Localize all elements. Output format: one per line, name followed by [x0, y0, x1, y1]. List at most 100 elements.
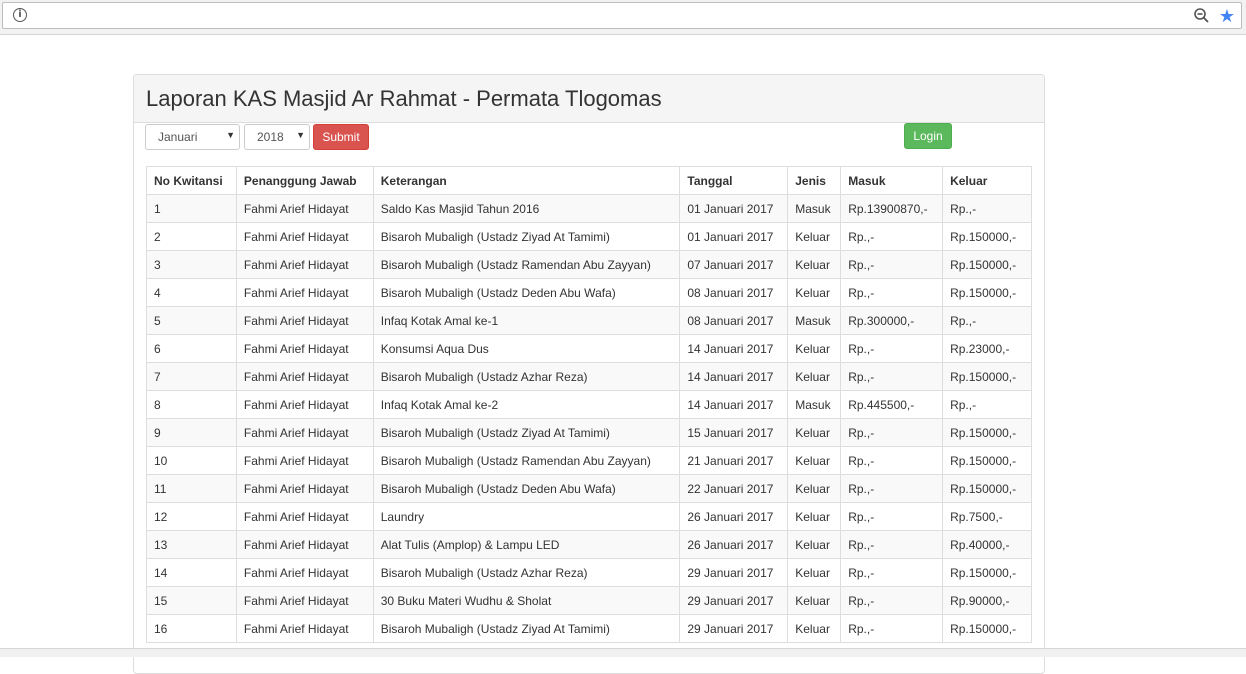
cell-tanggal: 29 Januari 2017 [679, 558, 789, 587]
cell-masuk: Rp.,- [840, 446, 944, 475]
cell-no-kwitansi: 4 [146, 278, 237, 307]
report-panel: Laporan KAS Masjid Ar Rahmat - Permata T… [133, 74, 1045, 674]
cell-keluar: Rp.,- [942, 306, 1032, 335]
cell-keluar: Rp.90000,- [942, 586, 1032, 615]
cell-penanggung-jawab: Fahmi Arief Hidayat [235, 614, 374, 643]
year-select[interactable]: 2018 ▼ [244, 124, 310, 150]
cell-keluar: Rp.150000,- [942, 222, 1032, 251]
cell-masuk: Rp.,- [840, 586, 944, 615]
cell-jenis: Keluar [787, 222, 842, 251]
table-header-row: No Kwitansi Penanggung Jawab Keterangan … [146, 166, 1032, 195]
cell-penanggung-jawab: Fahmi Arief Hidayat [235, 474, 374, 503]
cell-penanggung-jawab: Fahmi Arief Hidayat [235, 278, 374, 307]
cell-penanggung-jawab: Fahmi Arief Hidayat [235, 530, 374, 559]
chevron-down-icon: ▼ [296, 130, 305, 140]
table-body: 1 Fahmi Arief Hidayat Saldo Kas Masjid Tah… [146, 194, 1032, 643]
cell-penanggung-jawab: Fahmi Arief Hidayat [235, 502, 374, 531]
cell-keluar: Rp.150000,- [942, 558, 1032, 587]
header-jenis: Jenis [787, 166, 842, 195]
cell-tanggal: 08 Januari 2017 [679, 278, 789, 307]
page-title: Laporan KAS Masjid Ar Rahmat - Permata T… [146, 86, 662, 111]
table-row: 15 Fahmi Arief Hidayat 30 Buku Materi Wudh… [146, 586, 1032, 615]
cell-keterangan: Bisaroh Mubaligh (Ustadz Ramendan Abu Za… [372, 250, 681, 279]
cell-jenis: Keluar [787, 334, 842, 363]
table-row: 7 Fahmi Arief Hidayat Bisaroh Mubaligh (Us… [146, 362, 1032, 391]
cell-masuk: Rp.,- [840, 418, 944, 447]
cell-tanggal: 15 Januari 2017 [679, 418, 789, 447]
cell-keluar: Rp.150000,- [942, 418, 1032, 447]
cell-penanggung-jawab: Fahmi Arief Hidayat [235, 250, 374, 279]
cell-keluar: Rp.23000,- [942, 334, 1032, 363]
cell-tanggal: 14 Januari 2017 [679, 362, 789, 391]
cell-masuk: Rp.,- [840, 474, 944, 503]
info-icon[interactable]: i [13, 8, 27, 22]
cell-keterangan: Bisaroh Mubaligh (Ustadz Ramendan Abu Za… [372, 446, 681, 475]
cell-no-kwitansi: 5 [146, 306, 237, 335]
cell-penanggung-jawab: Fahmi Arief Hidayat [235, 194, 374, 223]
cell-no-kwitansi: 2 [146, 222, 237, 251]
cell-keterangan: Infaq Kotak Amal ke-2 [372, 390, 681, 419]
cell-keterangan: Saldo Kas Masjid Tahun 2016 [372, 194, 681, 223]
cell-keterangan: Bisaroh Mubaligh (Ustadz Azhar Reza) [372, 362, 681, 391]
cell-tanggal: 01 Januari 2017 [679, 222, 789, 251]
cell-masuk: Rp.,- [840, 502, 944, 531]
cell-masuk: Rp.,- [840, 530, 944, 559]
cell-no-kwitansi: 13 [146, 530, 237, 559]
cell-keluar: Rp.40000,- [942, 530, 1032, 559]
cell-jenis: Keluar [787, 558, 842, 587]
cell-jenis: Keluar [787, 250, 842, 279]
cell-keluar: Rp.150000,- [942, 474, 1032, 503]
cell-tanggal: 08 Januari 2017 [679, 306, 789, 335]
cell-no-kwitansi: 9 [146, 418, 237, 447]
cell-no-kwitansi: 15 [146, 586, 237, 615]
zoom-out-icon[interactable] [1193, 7, 1211, 25]
cell-tanggal: 01 Januari 2017 [679, 194, 789, 223]
header-tanggal: Tanggal [679, 166, 789, 195]
chevron-down-icon: ▼ [226, 130, 235, 140]
bookmark-star-icon[interactable]: ★ [1219, 5, 1235, 27]
cell-tanggal: 26 Januari 2017 [679, 502, 789, 531]
cash-report-table: No Kwitansi Penanggung Jawab Keterangan … [146, 166, 1032, 643]
cell-jenis: Keluar [787, 418, 842, 447]
cell-masuk: Rp.13900870,- [840, 194, 944, 223]
cell-tanggal: 26 Januari 2017 [679, 530, 789, 559]
cell-penanggung-jawab: Fahmi Arief Hidayat [235, 306, 374, 335]
cell-penanggung-jawab: Fahmi Arief Hidayat [235, 446, 374, 475]
header-keterangan: Keterangan [372, 166, 681, 195]
cell-tanggal: 14 Januari 2017 [679, 390, 789, 419]
table-row: 16 Fahmi Arief Hidayat Bisaroh Mubaligh (U… [146, 614, 1032, 643]
cell-jenis: Keluar [787, 586, 842, 615]
cell-keterangan: Bisaroh Mubaligh (Ustadz Deden Abu Wafa) [372, 474, 681, 503]
cell-penanggung-jawab: Fahmi Arief Hidayat [235, 222, 374, 251]
header-masuk: Masuk [840, 166, 944, 195]
cell-jenis: Keluar [787, 474, 842, 503]
month-select[interactable]: Januari ▼ [145, 124, 240, 150]
table-row: 3 Fahmi Arief Hidayat Bisaroh Mubaligh (Us… [146, 250, 1032, 279]
cell-jenis: Masuk [787, 194, 842, 223]
submit-button[interactable]: Submit [313, 124, 369, 150]
cell-no-kwitansi: 11 [146, 474, 237, 503]
cell-penanggung-jawab: Fahmi Arief Hidayat [235, 334, 374, 363]
panel-heading: Laporan KAS Masjid Ar Rahmat - Permata T… [134, 75, 1044, 123]
cell-keluar: Rp.7500,- [942, 502, 1032, 531]
cell-jenis: Keluar [787, 278, 842, 307]
month-select-value: Januari [158, 130, 198, 144]
cell-masuk: Rp.,- [840, 334, 944, 363]
address-bar[interactable]: i ★ [2, 2, 1242, 29]
cell-penanggung-jawab: Fahmi Arief Hidayat [235, 390, 374, 419]
cell-keterangan: Bisaroh Mubaligh (Ustadz Ziyad At Tamimi… [372, 418, 681, 447]
cell-keterangan: Bisaroh Mubaligh (Ustadz Ziyad At Tamimi… [372, 614, 681, 643]
cell-tanggal: 14 Januari 2017 [679, 334, 789, 363]
cell-masuk: Rp.,- [840, 278, 944, 307]
cell-masuk: Rp.300000,- [840, 306, 944, 335]
table-row: 5 Fahmi Arief Hidayat Infaq Kotak Amal ke-… [146, 306, 1032, 335]
cell-no-kwitansi: 16 [146, 614, 237, 643]
cell-keterangan: Bisaroh Mubaligh (Ustadz Deden Abu Wafa) [372, 278, 681, 307]
cell-no-kwitansi: 6 [146, 334, 237, 363]
cell-jenis: Keluar [787, 530, 842, 559]
cell-jenis: Masuk [787, 390, 842, 419]
login-button[interactable]: Login [904, 123, 952, 149]
table-row: 1 Fahmi Arief Hidayat Saldo Kas Masjid Tah… [146, 194, 1032, 223]
cell-tanggal: 07 Januari 2017 [679, 250, 789, 279]
cell-keluar: Rp.,- [942, 194, 1032, 223]
